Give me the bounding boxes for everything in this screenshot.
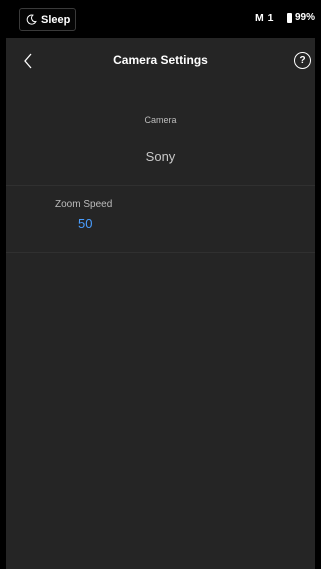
zoom-speed-setting[interactable]: Zoom Speed 50	[6, 186, 315, 253]
moon-icon	[26, 14, 37, 25]
mode-indicator: M 1	[255, 12, 275, 24]
status-bar: Sleep M 1 99%	[0, 0, 321, 38]
help-button[interactable]: ?	[294, 52, 311, 69]
divider	[6, 252, 315, 253]
help-icon: ?	[299, 55, 306, 66]
camera-settings-panel: Camera Settings ? Camera Sony Zoom Speed…	[6, 38, 315, 569]
camera-label: Camera	[144, 115, 177, 125]
zoom-speed-value[interactable]: 50	[78, 216, 92, 231]
zoom-speed-label: Zoom Speed	[55, 199, 113, 210]
battery-level: 99%	[295, 12, 316, 23]
battery-icon	[287, 13, 292, 23]
camera-value[interactable]: Sony	[6, 149, 315, 164]
sleep-label: Sleep	[41, 13, 71, 26]
page-title: Camera Settings	[113, 53, 208, 67]
sleep-button[interactable]: Sleep	[19, 8, 76, 31]
